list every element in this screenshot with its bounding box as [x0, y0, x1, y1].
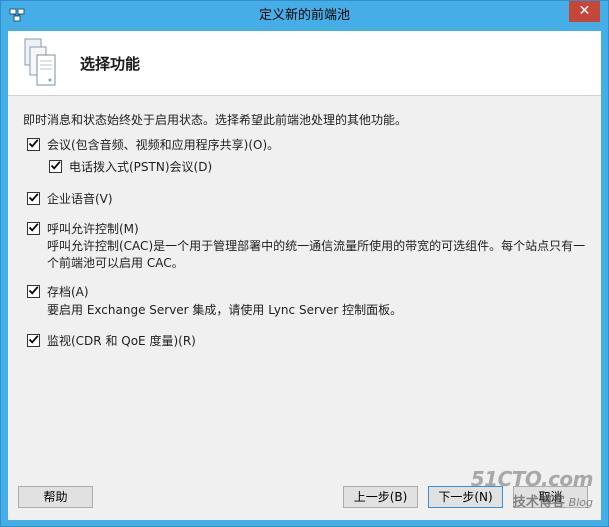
conferencing-label: 会议(包含音频、视频和应用程序共享)(O)。	[47, 138, 280, 152]
check-icon	[28, 223, 39, 232]
conferencing-checkbox[interactable]	[27, 138, 40, 151]
dialog-window: 定义新的前端池 ✕ 选择功能 即时消息和状态始终处于启用状态。选择希望此前端池处…	[0, 0, 609, 527]
enterprise-voice-checkbox[interactable]	[27, 192, 40, 205]
archiving-label: 存档(A)	[47, 285, 89, 299]
check-icon	[28, 286, 39, 295]
option-conferencing[interactable]: 会议(包含音频、视频和应用程序共享)(O)。	[27, 137, 279, 155]
back-button[interactable]: 上一步(B)	[343, 486, 418, 508]
pstn-conferencing-checkbox[interactable]	[49, 160, 62, 173]
window-title: 定义新的前端池	[258, 8, 350, 23]
check-icon	[28, 335, 39, 344]
archiving-checkbox[interactable]	[27, 285, 40, 298]
option-archiving[interactable]: 存档(A)	[27, 284, 89, 302]
monitoring-checkbox[interactable]	[27, 334, 40, 347]
description-line: 个前端池可以启用 CAC。	[47, 256, 184, 270]
option-call-admission-control[interactable]: 呼叫允许控制(M)	[27, 221, 139, 239]
server-pool-icon	[22, 37, 62, 89]
enterprise-voice-label: 企业语音(V)	[47, 192, 113, 206]
check-icon	[28, 139, 39, 148]
option-enterprise-voice[interactable]: 企业语音(V)	[27, 191, 113, 209]
check-icon	[28, 193, 39, 202]
monitoring-label: 监视(CDR 和 QoE 度量)(R)	[47, 334, 196, 348]
pstn-conferencing-label: 电话拨入式(PSTN)会议(D)	[69, 160, 213, 174]
call-admission-control-label: 呼叫允许控制(M)	[47, 222, 139, 236]
option-monitoring[interactable]: 监视(CDR 和 QoE 度量)(R)	[27, 333, 196, 351]
help-button[interactable]: 帮助	[18, 486, 93, 508]
page-header: 选择功能	[8, 31, 601, 96]
close-button[interactable]: ✕	[569, 1, 600, 22]
archiving-description: 要启用 Exchange Server 集成，请使用 Lync Server 控…	[47, 302, 597, 319]
check-icon	[50, 161, 61, 170]
dialog-client-area: 选择功能 即时消息和状态始终处于启用状态。选择希望此前端池处理的其他功能。 会议…	[8, 31, 601, 520]
intro-text: 即时消息和状态始终处于启用状态。选择希望此前端池处理的其他功能。	[23, 113, 408, 127]
call-admission-control-description: 呼叫允许控制(CAC)是一个用于管理部署中的统一通信流量所使用的带宽的可选组件。…	[47, 238, 597, 272]
close-icon: ✕	[578, 3, 591, 19]
description-line: 要启用 Exchange Server 集成，请使用 Lync Server 控…	[47, 303, 403, 317]
page-title: 选择功能	[80, 55, 141, 73]
call-admission-control-checkbox[interactable]	[27, 222, 40, 235]
title-bar[interactable]: 定义新的前端池 ✕	[1, 1, 608, 31]
next-button[interactable]: 下一步(N)	[428, 486, 503, 508]
option-pstn-conferencing[interactable]: 电话拨入式(PSTN)会议(D)	[49, 159, 212, 177]
description-line: 呼叫允许控制(CAC)是一个用于管理部署中的统一通信流量所使用的带宽的可选组件。…	[47, 239, 586, 253]
cancel-button[interactable]: 取消	[513, 486, 588, 508]
